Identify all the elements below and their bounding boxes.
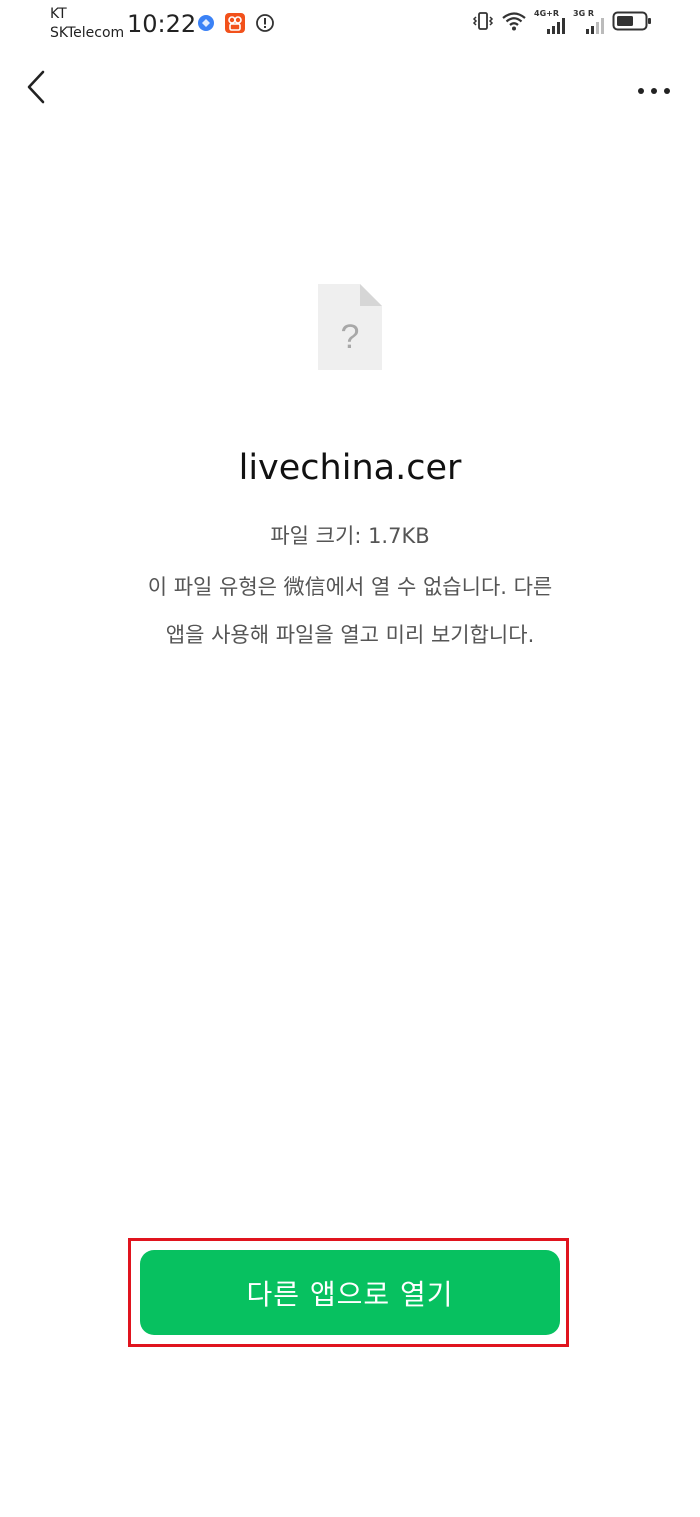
- open-with-other-app-button[interactable]: 다른 앱으로 열기: [140, 1250, 560, 1335]
- file-icon-question-mark: ?: [341, 318, 360, 356]
- wifi-icon: [501, 10, 527, 36]
- unknown-file-icon: ?: [316, 282, 384, 372]
- mobile-signal-2-icon: 3G R: [573, 9, 605, 35]
- notification-icons: [197, 12, 284, 38]
- file-size: 파일 크기: 1.7KB: [270, 524, 430, 548]
- cannot-open-message: 이 파일 유형은 微信에서 열 수 없습니다. 다른 앱을 사용해 파일을 열고…: [90, 563, 610, 659]
- carrier-name: KT SKTelecom: [50, 5, 124, 43]
- file-name: livechina.cer: [238, 448, 462, 488]
- back-button[interactable]: [16, 66, 56, 112]
- message-line-1: 이 파일 유형은 微信에서 열 수 없습니다. 다른: [147, 575, 553, 599]
- vibrate-icon: [472, 10, 494, 36]
- battery-icon: [612, 10, 652, 36]
- carrier-line-2: SKTelecom: [50, 25, 125, 41]
- app-notification-icon: [197, 14, 215, 36]
- mobile-signal-1-icon: 4G+R: [534, 9, 566, 35]
- message-line-2: 앱을 사용해 파일을 열고 미리 보기합니다.: [165, 623, 535, 647]
- more-dots-icon: [637, 80, 671, 99]
- app-notification-icon-orange: [224, 12, 246, 38]
- carrier-line-1: KT: [50, 6, 67, 22]
- more-options-button[interactable]: [632, 72, 676, 106]
- status-bar: KT SKTelecom 10:22 4G+R 3G R: [0, 0, 700, 52]
- alert-circle-icon: [255, 13, 275, 37]
- system-icons: 4G+R 3G R: [465, 9, 652, 36]
- status-time: 10:22: [127, 10, 197, 38]
- chevron-left-icon: [25, 69, 47, 109]
